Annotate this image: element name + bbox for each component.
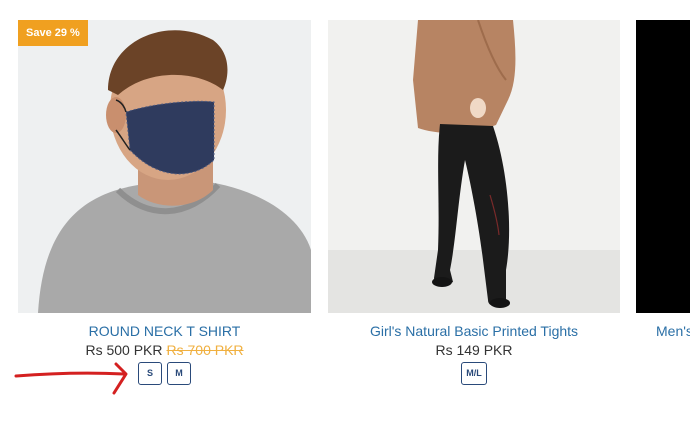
original-price: Rs 700 PKR	[166, 342, 244, 358]
product-card[interactable]: Girl's Natural Basic Printed Tights Rs 1…	[328, 20, 620, 385]
size-option-s[interactable]: S	[138, 362, 162, 385]
product-image[interactable]: Save 29 %	[18, 20, 311, 313]
current-price: Rs 149 PKR	[435, 342, 513, 358]
product-card[interactable]: Save 29 % ROUND NECK T SHIRT Rs 500 PKR R…	[18, 20, 311, 385]
product-photo-tshirt	[18, 20, 311, 313]
product-card[interactable]: Men's	[636, 20, 690, 339]
discount-badge: Save 29 %	[18, 20, 88, 46]
product-grid: Save 29 % ROUND NECK T SHIRT Rs 500 PKR R…	[0, 0, 690, 427]
product-title[interactable]: Men's	[636, 323, 690, 339]
product-title[interactable]: Girl's Natural Basic Printed Tights	[328, 323, 620, 339]
product-photo-tights	[328, 20, 620, 313]
product-title[interactable]: ROUND NECK T SHIRT	[18, 323, 311, 339]
product-image[interactable]	[636, 20, 690, 313]
product-image[interactable]	[328, 20, 620, 313]
size-options: M/L	[328, 362, 620, 385]
price-row: Rs 149 PKR	[328, 342, 620, 358]
size-option-m[interactable]: M	[167, 362, 191, 385]
price-row: Rs 500 PKR Rs 700 PKR	[18, 342, 311, 358]
size-option-m-l[interactable]: M/L	[461, 362, 487, 385]
annotation-arrow-icon	[14, 362, 128, 395]
current-price: Rs 500 PKR	[85, 342, 163, 358]
